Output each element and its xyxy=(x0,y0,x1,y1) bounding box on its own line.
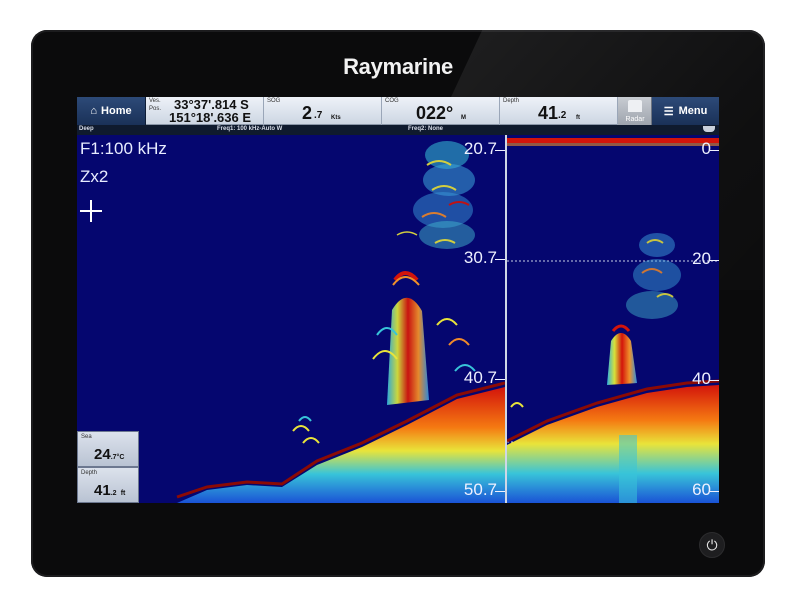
full-scale-label: 0 xyxy=(701,139,711,158)
depth-box-decimal: .2 xyxy=(110,490,117,497)
full-scale-label: 20 xyxy=(692,249,711,268)
freq1-status: Freq1: 100 kHz-Auto W xyxy=(217,126,283,132)
menu-label: Menu xyxy=(678,105,708,117)
position-label-top: Ves. xyxy=(149,98,161,104)
sonar-panel-full[interactable]: 0 20 40 60 xyxy=(507,135,719,503)
sog-unit: Kts xyxy=(331,115,341,121)
cog-unit: M xyxy=(461,115,466,121)
depth-box-unit: ft xyxy=(120,490,126,497)
full-scale-tick xyxy=(709,491,719,492)
sonar-panel-zoom[interactable]: F1:100 kHz Zx2 20.7 30.7 40.7 50.7 Sea 2… xyxy=(77,135,505,503)
depth-box-integer: 41 xyxy=(94,482,111,499)
sonar-image-zoom xyxy=(176,141,505,503)
full-scale-tick xyxy=(709,150,719,151)
depth-cell[interactable]: Depth 41 .2 ft xyxy=(500,97,618,125)
radar-icon xyxy=(628,100,642,112)
home-icon: ⌂ xyxy=(90,105,98,117)
full-scale-label: 40 xyxy=(692,369,711,388)
full-scale-label: 60 xyxy=(692,480,711,499)
sog-cell[interactable]: SOG 2 .7 Kts xyxy=(264,97,382,125)
radar-button[interactable]: Radar xyxy=(618,97,652,125)
pinnacle-echo xyxy=(607,333,637,385)
zoom-readout: Zx2 xyxy=(80,167,109,186)
depth-box[interactable]: Depth 41.2 ft xyxy=(77,467,139,503)
sog-decimal: .7 xyxy=(314,110,323,121)
vessel-icon xyxy=(703,126,715,132)
sea-temperature-box[interactable]: Sea 24.7°C xyxy=(77,431,139,467)
longitude: 151°18'.636 E xyxy=(169,110,252,125)
depth-label: Depth xyxy=(503,98,520,104)
sog-value: 2 xyxy=(302,103,313,123)
pinnacle-echo xyxy=(387,297,429,405)
full-scale-tick xyxy=(709,260,719,261)
seabed-echo xyxy=(507,385,719,503)
crosshair-icon[interactable] xyxy=(79,199,103,223)
depth-decimal: .2 xyxy=(558,110,567,121)
databar: ⌂ Home Ves. Pos. 33°37'.814 S 151°18'.63… xyxy=(77,97,719,125)
sonar-status-strip: Deep Freq1: 100 kHz-Auto W Freq2: None xyxy=(77,125,719,135)
sea-temp-unit: °C xyxy=(116,454,125,461)
display-screen: ⌂ Home Ves. Pos. 33°37'.814 S 151°18'.63… xyxy=(77,97,719,503)
zoom-scale-tick xyxy=(495,491,505,492)
position-label-bottom: Pos. xyxy=(149,106,162,112)
home-button[interactable]: ⌂ Home xyxy=(77,97,146,125)
zoom-scale-tick xyxy=(495,259,505,260)
home-label: Home xyxy=(101,105,132,117)
sea-temp-integer: 24 xyxy=(94,446,111,463)
menu-button[interactable]: ☰ Menu xyxy=(652,97,719,125)
depth-box-value: 41.2 ft xyxy=(94,482,125,499)
sonar-image-full xyxy=(507,138,719,503)
radar-label: Radar xyxy=(625,116,645,123)
zoom-scale-tick xyxy=(495,150,505,151)
menu-icon: ☰ xyxy=(663,105,674,118)
sea-temp-label: Sea xyxy=(81,434,92,440)
cog-value: 022° xyxy=(416,103,454,123)
zoom-scale-label: 30.7 xyxy=(463,248,497,267)
depth-unit: ft xyxy=(576,115,580,121)
cog-label: COG xyxy=(385,98,399,104)
sonar-mode: Deep xyxy=(79,126,94,132)
power-icon[interactable]: ⏻ xyxy=(699,532,725,558)
depth-box-label: Depth xyxy=(81,470,98,476)
zoom-scale-tick xyxy=(495,379,505,380)
vessel-position-cell[interactable]: Ves. Pos. 33°37'.814 S 151°18'.636 E xyxy=(146,97,264,125)
zoom-scale-label: 40.7 xyxy=(463,368,497,387)
cog-cell[interactable]: COG 022° M xyxy=(382,97,500,125)
zoom-scale-label: 50.7 xyxy=(463,480,497,499)
surface-band xyxy=(507,138,719,143)
brand-logo: Raymarine xyxy=(343,54,453,79)
depth-value: 41 xyxy=(538,103,559,123)
sog-label: SOG xyxy=(267,98,281,104)
bait-ball-echoes xyxy=(626,233,681,319)
sea-temp-value: 24.7°C xyxy=(94,446,124,463)
frequency-readout: F1:100 kHz xyxy=(80,139,167,158)
zoom-scale-label: 20.7 xyxy=(463,139,497,158)
freq2-status: Freq2: None xyxy=(408,126,444,132)
sub-bottom-echo xyxy=(619,435,637,503)
full-scale-tick xyxy=(709,380,719,381)
